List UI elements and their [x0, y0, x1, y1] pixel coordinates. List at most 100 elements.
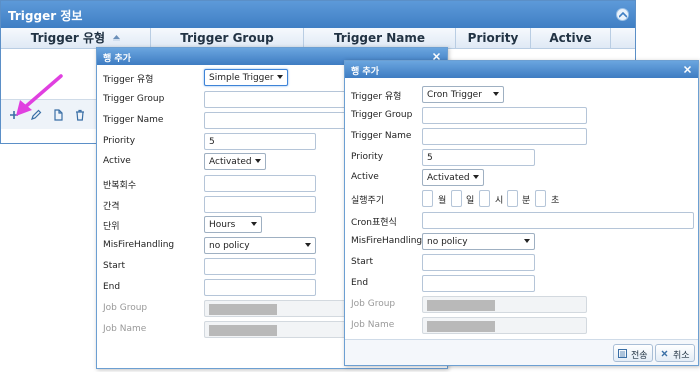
column-active[interactable]: Active: [531, 28, 611, 48]
grid-column-headers: Trigger 유형 Trigger Group Trigger Name Pr…: [1, 28, 635, 49]
dialog-title: 행 추가: [103, 54, 131, 64]
field-row-type: Trigger 유형 Cron Trigger: [345, 85, 698, 105]
dialog-footer: 전송 취소: [345, 339, 698, 365]
field-row-job-name: Job Name: [345, 316, 698, 336]
label-trigger-group: Trigger Group: [103, 94, 165, 104]
grid-title: Trigger 정보: [8, 9, 83, 23]
label-unit: 단위: [103, 222, 120, 232]
period-unit-month: 월: [438, 196, 447, 206]
period-unit-day: 일: [466, 196, 475, 206]
job-group-input: [422, 296, 587, 313]
label-job-name: Job Name: [351, 320, 395, 330]
chevron-down-icon: [277, 75, 283, 79]
active-select[interactable]: Activated: [204, 153, 266, 170]
label-repeat-count: 반복회수: [103, 181, 137, 191]
field-row-cron: Cron표현식: [345, 211, 698, 231]
misfire-handling-select[interactable]: no policy: [204, 237, 316, 254]
trigger-group-input[interactable]: [422, 107, 587, 124]
job-name-value-redacted: [209, 325, 277, 336]
field-row-period: 실행주기 월 일 시 분 초: [345, 189, 698, 209]
field-row-name: Trigger Name: [345, 127, 698, 147]
label-end: End: [351, 278, 369, 288]
close-icon: [660, 349, 669, 358]
label-job-group: Job Group: [351, 299, 396, 309]
list-icon: [618, 349, 627, 358]
period-hour-input[interactable]: [479, 190, 490, 207]
chevron-down-icon: [473, 175, 479, 179]
column-trigger-group[interactable]: Trigger Group: [151, 28, 304, 48]
field-row-misfire: MisFireHandling no policy: [345, 232, 698, 252]
job-name-input: [422, 317, 587, 334]
period-minute-input[interactable]: [507, 190, 518, 207]
add-row-dialog-cron: 행 추가 Trigger 유형 Cron Trigger Trigger Gro…: [344, 60, 699, 366]
dialog-title: 행 추가: [351, 67, 379, 77]
cancel-button[interactable]: 취소: [655, 344, 695, 362]
period-second-input[interactable]: [535, 190, 546, 207]
column-trigger-name[interactable]: Trigger Name: [304, 28, 456, 48]
label-priority: Priority: [103, 136, 136, 146]
collapse-icon[interactable]: [616, 8, 629, 21]
priority-input[interactable]: 5: [204, 133, 316, 150]
label-misfire-handling: MisFireHandling: [351, 236, 423, 246]
start-input[interactable]: [204, 258, 316, 275]
job-group-value-redacted: [209, 304, 277, 315]
trigger-name-input[interactable]: [204, 112, 364, 129]
chevron-down-icon: [255, 159, 261, 163]
chevron-down-icon: [493, 92, 499, 96]
label-trigger-name: Trigger Name: [103, 115, 164, 125]
priority-input[interactable]: 5: [422, 149, 535, 166]
chevron-down-icon: [524, 239, 530, 243]
label-trigger-group: Trigger Group: [351, 110, 413, 120]
chevron-down-icon: [251, 222, 257, 226]
trigger-group-input[interactable]: [204, 91, 364, 108]
column-priority[interactable]: Priority: [456, 28, 531, 48]
job-group-value-redacted: [427, 300, 495, 311]
misfire-handling-select[interactable]: no policy: [422, 233, 535, 250]
cron-expression-input[interactable]: [422, 212, 694, 229]
sort-icon: [113, 34, 121, 43]
label-interval: 간격: [103, 202, 120, 212]
trash-icon[interactable]: [73, 108, 87, 122]
close-icon[interactable]: [682, 64, 693, 75]
field-row-active: Active Activated: [345, 168, 698, 188]
label-trigger-type: Trigger 유형: [351, 92, 402, 102]
label-misfire-handling: MisFireHandling: [103, 240, 175, 250]
end-input[interactable]: [422, 275, 535, 292]
field-row-job-group: Job Group: [345, 295, 698, 315]
label-trigger-type: Trigger 유형: [103, 75, 154, 85]
field-row-end: End: [345, 274, 698, 294]
label-job-group: Job Group: [103, 303, 148, 313]
active-select[interactable]: Activated: [422, 169, 484, 186]
period-month-input[interactable]: [422, 190, 433, 207]
label-active: Active: [103, 156, 131, 166]
label-end: End: [103, 282, 121, 292]
job-group-input: [204, 300, 364, 317]
send-button[interactable]: 전송: [613, 344, 653, 362]
dialog-header[interactable]: 행 추가: [345, 61, 698, 78]
start-input[interactable]: [422, 254, 535, 271]
job-name-input: [204, 321, 364, 338]
chevron-down-icon: [305, 243, 311, 247]
field-row-group: Trigger Group: [345, 106, 698, 126]
label-trigger-name: Trigger Name: [351, 131, 412, 141]
label-priority: Priority: [351, 152, 384, 162]
repeat-count-input[interactable]: [204, 175, 316, 192]
label-cron-expression: Cron표현식: [351, 218, 397, 228]
interval-input[interactable]: [204, 196, 316, 213]
end-input[interactable]: [204, 279, 316, 296]
label-start: Start: [351, 257, 373, 267]
job-name-value-redacted: [427, 321, 495, 332]
unit-select[interactable]: Hours: [204, 216, 262, 233]
field-row-priority: Priority 5: [345, 148, 698, 168]
grid-header: Trigger 정보: [1, 1, 635, 28]
label-job-name: Job Name: [103, 324, 147, 334]
label-period: 실행주기: [351, 196, 385, 206]
period-unit-second: 초: [551, 196, 560, 206]
field-row-start: Start: [345, 253, 698, 273]
period-unit-hour: 시: [495, 196, 504, 206]
trigger-type-select[interactable]: Cron Trigger: [422, 86, 504, 103]
trigger-name-input[interactable]: [422, 128, 587, 145]
trigger-type-select[interactable]: Simple Trigger: [204, 69, 288, 86]
column-trigger-type[interactable]: Trigger 유형: [1, 28, 151, 48]
period-day-input[interactable]: [451, 190, 462, 207]
